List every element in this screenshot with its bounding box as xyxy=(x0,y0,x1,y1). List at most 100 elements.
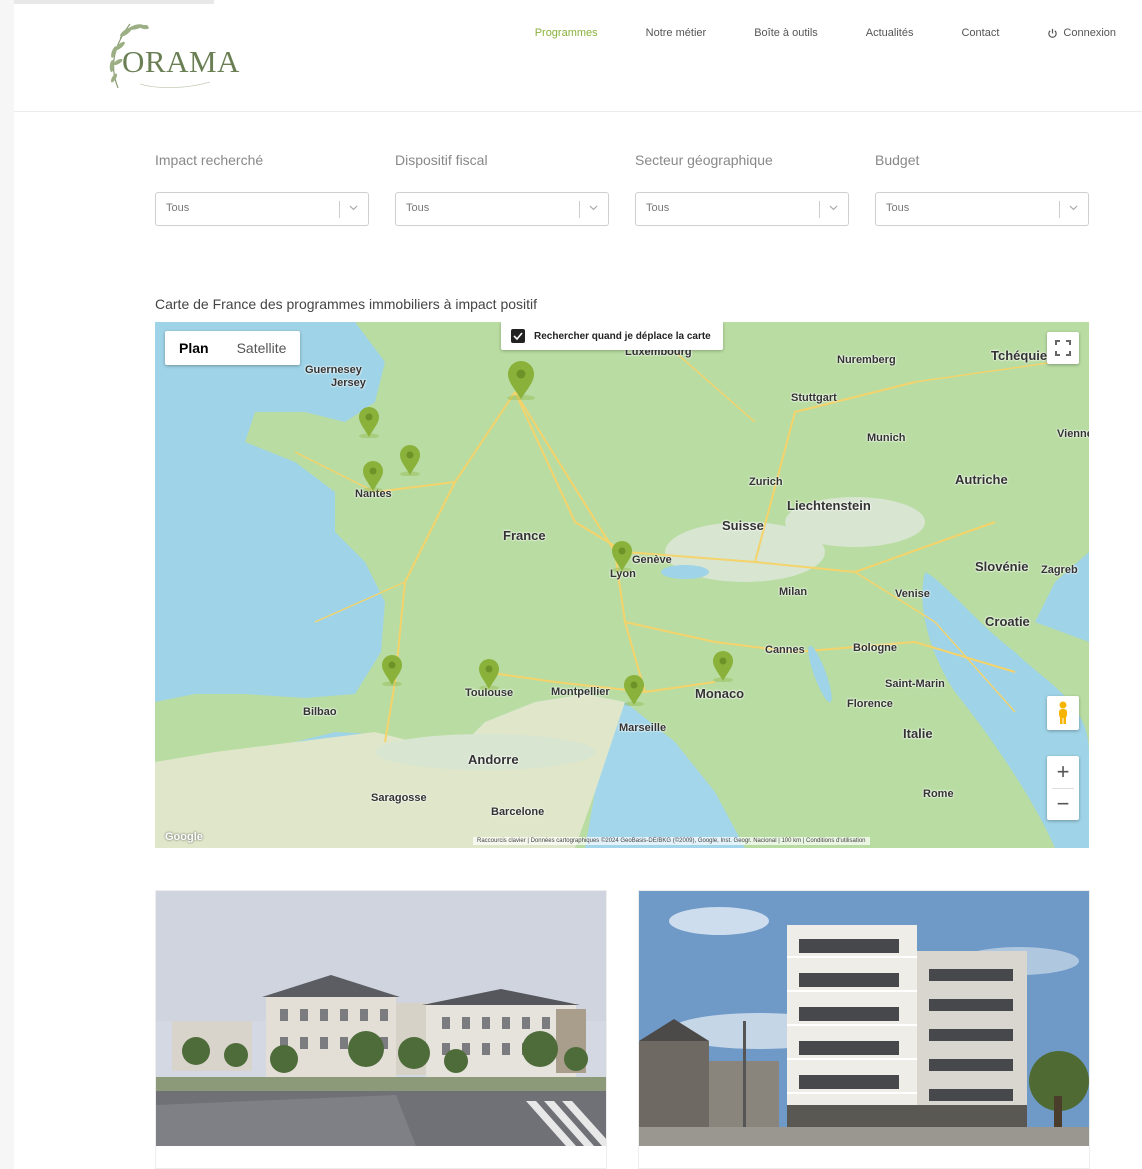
pegman-icon xyxy=(1059,701,1067,724)
map-label-autriche: Autriche xyxy=(955,472,1008,487)
map-label-montpellier: Montpellier xyxy=(551,686,610,698)
map-label-geneve: Genève xyxy=(632,554,672,566)
filter-budget-value: Tous xyxy=(886,202,910,214)
chevron-down-icon xyxy=(589,205,598,211)
map-type-plan-button[interactable]: Plan xyxy=(165,331,223,365)
select-separator xyxy=(819,201,820,218)
map-label-liechtenstein: Liechtenstein xyxy=(787,498,871,513)
map-marker-toulouse[interactable] xyxy=(478,658,500,690)
map-label-cannes: Cannes xyxy=(765,644,805,656)
map-marker-paris[interactable] xyxy=(506,360,536,400)
map-title: Carte de France des programmes immobilie… xyxy=(155,296,538,312)
map-label-milan: Milan xyxy=(779,586,808,598)
filter-impact-label: Impact recherché xyxy=(155,152,264,168)
map-marker-rennes[interactable] xyxy=(358,406,380,438)
filter-secteur: Secteur géographique Tous xyxy=(635,152,849,226)
programme-card[interactable] xyxy=(155,890,607,1169)
power-icon xyxy=(1048,28,1058,38)
programme-photo xyxy=(639,891,1089,1146)
filter-dispositif-label: Dispositif fiscal xyxy=(395,152,488,168)
map-label-barcelone: Barcelone xyxy=(491,806,545,818)
map-label-croatie: Croatie xyxy=(985,614,1030,629)
login-link[interactable]: Connexion xyxy=(1047,27,1116,39)
map-marker-nice[interactable] xyxy=(712,650,734,682)
map-label-suisse: Suisse xyxy=(722,518,764,533)
programme-photo xyxy=(156,891,606,1146)
zoom-in-button[interactable]: + xyxy=(1047,756,1079,788)
search-on-move-toggle[interactable]: Rechercher quand je déplace la carte xyxy=(501,322,723,350)
logo-text: ORAMA xyxy=(122,44,240,79)
check-icon xyxy=(513,332,523,340)
map-label-andorre: Andorre xyxy=(468,752,519,767)
map-label-bologne: Bologne xyxy=(853,642,897,654)
nav-item-actualites[interactable]: Actualités xyxy=(866,27,914,39)
filter-impact-value: Tous xyxy=(166,202,190,214)
site-header: ORAMA Programmes Notre métier Boîte à ou… xyxy=(14,0,1142,112)
filter-secteur-label: Secteur géographique xyxy=(635,152,773,168)
map-label-vienne: Vienne xyxy=(1057,428,1089,440)
logo[interactable]: ORAMA xyxy=(100,18,240,90)
map-marker-angers[interactable] xyxy=(399,444,421,476)
chevron-down-icon xyxy=(1069,205,1078,211)
map-label-monaco: Monaco xyxy=(695,686,745,701)
filter-impact-select[interactable]: Tous xyxy=(155,192,369,226)
map-label-zurich: Zurich xyxy=(749,476,783,488)
search-on-move-label: Rechercher quand je déplace la carte xyxy=(534,330,711,342)
filter-dispositif-select[interactable]: Tous xyxy=(395,192,609,226)
map-label-rome: Rome xyxy=(923,788,954,800)
map-type-control: Plan Satellite xyxy=(165,331,301,365)
chevron-down-icon xyxy=(829,205,838,211)
login-label: Connexion xyxy=(1063,27,1116,39)
map-attribution[interactable]: Raccourcis clavier | Données cartographi… xyxy=(473,837,870,845)
map-label-saragosse: Saragosse xyxy=(371,792,427,804)
map-label-munich: Munich xyxy=(867,432,906,444)
street-view-pegman[interactable] xyxy=(1047,696,1079,730)
map-label-bilbao: Bilbao xyxy=(303,706,337,718)
zoom-out-button[interactable]: − xyxy=(1047,788,1079,820)
map-marker-marseille[interactable] xyxy=(623,674,645,706)
map-marker-nantes[interactable] xyxy=(362,460,384,492)
filter-budget-label: Budget xyxy=(875,152,920,168)
select-separator xyxy=(579,201,580,218)
main-nav: Programmes Notre métier Boîte à outils A… xyxy=(487,27,1116,39)
map-marker-bordeaux[interactable] xyxy=(381,654,403,686)
map-label-jersey: Jersey xyxy=(331,377,366,389)
map-label-guernesey: Guernesey xyxy=(305,364,362,376)
page: ORAMA Programmes Notre métier Boîte à ou… xyxy=(14,0,1142,1169)
nav-item-notre-metier[interactable]: Notre métier xyxy=(646,27,707,39)
map-label-italie: Italie xyxy=(903,726,933,741)
select-separator xyxy=(1059,201,1060,218)
filter-budget-select[interactable]: Tous xyxy=(875,192,1089,226)
map-label-saint-marin: Saint-Marin xyxy=(885,678,945,690)
map-type-satellite-button[interactable]: Satellite xyxy=(223,331,301,365)
map-label-france: France xyxy=(503,528,546,543)
filter-secteur-value: Tous xyxy=(646,202,670,214)
fullscreen-icon xyxy=(1055,340,1071,356)
fullscreen-button[interactable] xyxy=(1047,332,1079,364)
filter-dispositif: Dispositif fiscal Tous xyxy=(395,152,609,226)
filter-dispositif-value: Tous xyxy=(406,202,430,214)
programmes-map[interactable]: France Suisse Liechtenstein Autriche Slo… xyxy=(155,322,1089,848)
google-logo: Google xyxy=(165,831,203,843)
map-label-zagreb: Zagreb xyxy=(1041,564,1078,576)
search-on-move-checkbox[interactable] xyxy=(511,329,525,343)
filter-secteur-select[interactable]: Tous xyxy=(635,192,849,226)
filter-impact: Impact recherché Tous xyxy=(155,152,369,226)
map-marker-lyon[interactable] xyxy=(611,540,633,572)
map-label-nuremberg: Nuremberg xyxy=(837,354,896,366)
map-label-slovenie: Slovénie xyxy=(975,559,1029,574)
map-label-venise: Venise xyxy=(895,588,930,600)
nav-item-programmes[interactable]: Programmes xyxy=(535,27,598,39)
nav-item-boite-a-outils[interactable]: Boîte à outils xyxy=(754,27,818,39)
chevron-down-icon xyxy=(349,205,358,211)
map-label-stuttgart: Stuttgart xyxy=(791,392,837,404)
select-separator xyxy=(339,201,340,218)
filter-budget: Budget Tous xyxy=(875,152,1089,226)
map-label-florence: Florence xyxy=(847,698,893,710)
map-terrain xyxy=(155,322,1089,848)
map-label-marseille: Marseille xyxy=(619,722,667,734)
programme-card[interactable] xyxy=(638,890,1090,1169)
zoom-control: + − xyxy=(1047,756,1079,820)
nav-item-contact[interactable]: Contact xyxy=(961,27,999,39)
filters-bar: Impact recherché Tous Dispositif fiscal … xyxy=(155,152,1089,226)
